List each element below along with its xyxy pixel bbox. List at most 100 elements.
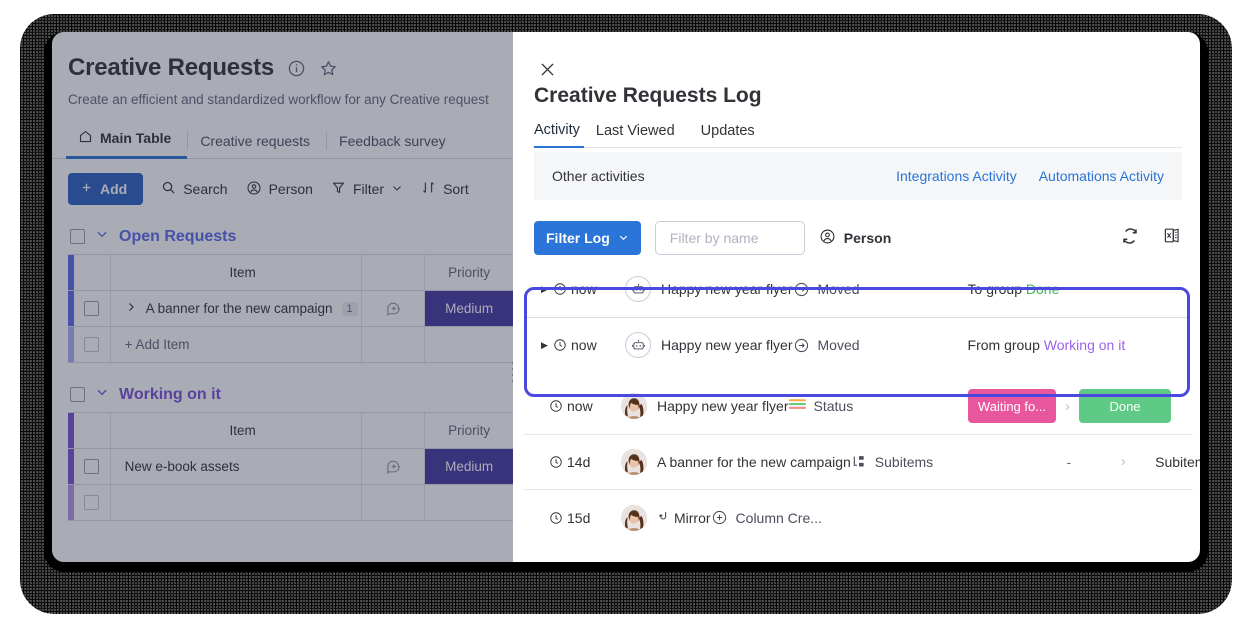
add-button-label: Add — [100, 181, 127, 197]
home-icon — [78, 129, 93, 147]
tab-label: Creative requests — [200, 133, 310, 149]
value-prefix: To group — [968, 281, 1022, 297]
moved-arrow-icon — [793, 337, 810, 354]
add-item-row[interactable] — [68, 485, 514, 521]
group-table: Item Priority New e-book assets Me — [68, 412, 514, 521]
time-label: now — [567, 398, 593, 414]
log-entry-subject[interactable]: A banner for the new campaign — [657, 454, 851, 470]
add-update-icon — [385, 458, 402, 475]
person-filter-label: Person — [844, 230, 891, 246]
value-group-name: Working on it — [1044, 337, 1125, 353]
tab-activity[interactable]: Activity — [534, 118, 584, 148]
log-entry-value: From group Working on it — [968, 337, 1175, 353]
group-name: Open Requests — [119, 228, 236, 246]
other-activities-label: Other activities — [552, 168, 645, 184]
mirror-arrow-icon — [657, 510, 670, 526]
log-entry-event: Status — [789, 398, 964, 414]
expand-triangle-icon[interactable]: ▶ — [541, 340, 553, 351]
chevron-down-icon[interactable] — [95, 385, 109, 404]
refresh-icon[interactable] — [1121, 227, 1139, 250]
person-filter-button[interactable]: Person — [246, 180, 313, 199]
integrations-activity-link[interactable]: Integrations Activity — [896, 168, 1017, 184]
log-entry-row[interactable]: 14d A banner for the new campaign — [523, 435, 1193, 491]
add-button[interactable]: Add — [68, 173, 143, 205]
log-entry-row[interactable]: ▶ now Happy new year flyer Move — [527, 318, 1189, 374]
row-updates-cell[interactable] — [362, 449, 426, 484]
chevron-right-icon[interactable] — [125, 301, 137, 316]
star-icon[interactable] — [318, 58, 338, 78]
log-entry-subject[interactable]: Mirror — [657, 510, 711, 526]
close-icon[interactable] — [538, 60, 558, 80]
tab-label: Main Table — [100, 130, 171, 146]
filter-by-name-input[interactable]: Filter by name — [655, 221, 805, 255]
person-filter[interactable]: Person — [819, 228, 891, 248]
sort-button[interactable]: Sort — [421, 180, 469, 198]
log-entry-value: - › Subitem — [1026, 453, 1200, 470]
row-select-checkbox[interactable] — [84, 459, 99, 474]
log-entry-row[interactable]: now Happy new year flyer — [523, 379, 1193, 435]
row-item-cell[interactable]: New e-book assets — [111, 449, 362, 484]
chevron-down-icon — [391, 181, 403, 197]
time-label: now — [571, 281, 597, 297]
event-label: Subitems — [875, 454, 933, 470]
filter-button[interactable]: Filter — [331, 180, 403, 198]
add-item-row[interactable]: + Add Item — [68, 327, 514, 363]
robot-avatar-icon — [625, 332, 651, 358]
clock-icon — [549, 455, 563, 469]
table-header-row: Item Priority — [68, 413, 514, 449]
time-label: 15d — [567, 510, 590, 526]
chevron-down-icon[interactable] — [95, 227, 109, 246]
board-panel: Creative Requests Create an efficient an… — [52, 32, 514, 562]
value-group-name: Done — [1026, 281, 1059, 297]
filter-label: Filter — [353, 181, 384, 197]
group-select-checkbox[interactable] — [70, 229, 85, 244]
group-working-on-it: Working on it Item Priority New e — [52, 385, 514, 521]
tab-updates[interactable]: Updates — [701, 119, 769, 147]
row-updates-cell[interactable] — [362, 291, 426, 326]
info-icon[interactable] — [286, 58, 306, 78]
search-button[interactable]: Search — [161, 180, 227, 198]
row-item-cell[interactable]: A banner for the new campaign 1 — [111, 291, 362, 326]
column-header-item: Item — [111, 255, 362, 290]
log-entry-value: Waiting fo... › Done — [964, 389, 1179, 423]
automations-activity-link[interactable]: Automations Activity — [1039, 168, 1164, 184]
row-select-checkbox[interactable] — [84, 301, 99, 316]
tab-last-viewed[interactable]: Last Viewed — [596, 119, 689, 147]
filter-log-label: Filter Log — [546, 230, 610, 246]
subitem-count-badge: 1 — [342, 302, 358, 316]
excel-export-icon[interactable] — [1163, 226, 1182, 250]
log-entry-subject[interactable]: Happy new year flyer — [661, 281, 793, 297]
row-select-checkbox[interactable] — [84, 495, 99, 510]
event-label: Column Cre... — [736, 510, 822, 526]
screenshot-root: Creative Requests Create an efficient an… — [0, 0, 1250, 629]
page-title: Creative Requests — [68, 54, 274, 82]
person-circle-icon — [819, 228, 836, 248]
subitems-icon — [851, 454, 867, 470]
tab-creative-requests[interactable]: Creative requests — [188, 127, 326, 158]
log-entry-row[interactable]: 15d Mirror — [523, 490, 1193, 546]
log-entry-event: Moved — [793, 281, 968, 298]
row-priority-cell[interactable]: Medium — [425, 291, 514, 326]
log-entry-subject[interactable]: Happy new year flyer — [661, 337, 793, 353]
person-label: Person — [269, 181, 313, 197]
tab-feedback-survey[interactable]: Feedback survey — [327, 127, 462, 158]
activity-log-list: ▶ now Happy new year flyer Move — [523, 262, 1193, 546]
expand-triangle-icon[interactable]: ▶ — [541, 284, 553, 295]
log-entry-time: 14d — [549, 454, 621, 470]
row-select-checkbox[interactable] — [84, 337, 99, 352]
table-row[interactable]: New e-book assets Medium — [68, 449, 514, 485]
add-item-label[interactable]: + Add Item — [111, 327, 362, 362]
log-entry-subject[interactable]: Happy new year flyer — [657, 398, 789, 414]
modal-title-suffix: Log — [723, 84, 761, 107]
add-update-icon — [385, 300, 402, 317]
tab-main-table[interactable]: Main Table — [66, 123, 187, 159]
log-entry-time: now — [549, 398, 621, 414]
filter-log-button[interactable]: Filter Log — [534, 221, 641, 255]
group-select-checkbox[interactable] — [70, 387, 85, 402]
row-priority-cell[interactable]: Medium — [425, 449, 514, 484]
event-label: Moved — [818, 281, 860, 297]
table-row[interactable]: A banner for the new campaign 1 Medium — [68, 291, 514, 327]
log-entry-time: now — [553, 337, 625, 353]
chevron-down-icon — [618, 230, 629, 246]
log-entry-row[interactable]: ▶ now Happy new year flyer Move — [527, 262, 1189, 318]
